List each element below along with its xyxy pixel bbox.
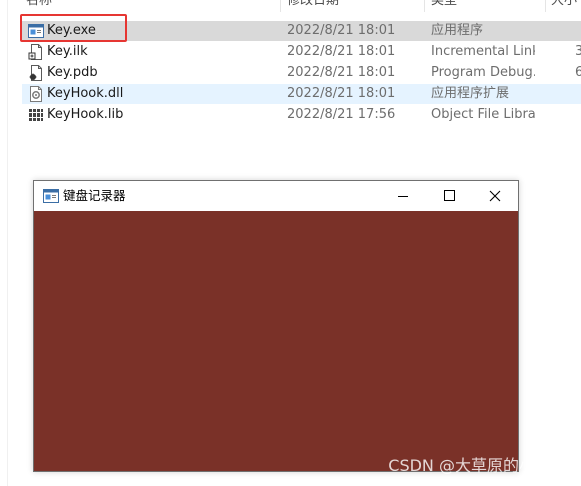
column-header-bar: 名称 修改日期 类型 大小 <box>0 0 581 12</box>
file-date: 2022/8/21 18:01 <box>287 65 396 80</box>
file-date: 2022/8/21 18:01 <box>287 86 396 101</box>
file-size: 6 <box>575 65 581 80</box>
file-name: Key.ilk <box>47 44 88 59</box>
close-icon <box>489 190 501 202</box>
column-header-date[interactable]: 修改日期 <box>287 0 417 11</box>
column-divider[interactable] <box>545 0 546 12</box>
file-date: 2022/8/21 18:01 <box>287 44 396 59</box>
column-header-name[interactable]: 名称 <box>26 0 276 11</box>
nav-pane-divider <box>7 0 8 486</box>
ilk-file-icon <box>28 44 44 60</box>
lib-file-icon <box>28 107 44 123</box>
column-divider[interactable] <box>280 0 281 12</box>
file-row[interactable]: KeyHook.dll 2022/8/21 18:01 应用程序扩展 <box>22 84 581 104</box>
watermark-text: CSDN @大草原的小灰灰 <box>388 456 567 475</box>
file-size: 3 <box>575 44 581 59</box>
file-type: Object File Library <box>431 107 535 122</box>
column-divider[interactable] <box>424 0 425 12</box>
window-title: 键盘记录器 <box>63 188 126 203</box>
close-button[interactable] <box>472 181 518 211</box>
keylogger-window[interactable]: 键盘记录器 <box>33 180 519 472</box>
window-client-area[interactable] <box>34 211 518 471</box>
column-header-size[interactable]: 大小 <box>551 0 581 11</box>
file-row[interactable]: KeyHook.lib 2022/8/21 17:56 Object File … <box>22 105 581 125</box>
file-date: 2022/8/21 17:56 <box>287 107 396 122</box>
app-window-icon <box>43 189 59 203</box>
dll-file-icon <box>28 86 44 102</box>
file-type: Incremental Link... <box>431 44 535 59</box>
window-titlebar[interactable]: 键盘记录器 <box>34 181 518 211</box>
file-type: Program Debug... <box>431 65 535 80</box>
column-header-type[interactable]: 类型 <box>431 0 541 11</box>
maximize-icon <box>444 190 455 201</box>
minimize-button[interactable] <box>380 181 426 211</box>
pdb-file-icon <box>28 65 44 81</box>
minimize-icon <box>398 196 408 197</box>
maximize-button[interactable] <box>426 181 472 211</box>
file-name: KeyHook.dll <box>47 86 124 101</box>
annotation-highlight-box <box>20 14 127 42</box>
file-name: KeyHook.lib <box>47 107 124 122</box>
file-name: Key.pdb <box>47 65 98 80</box>
file-type: 应用程序 <box>431 23 484 38</box>
file-type: 应用程序扩展 <box>431 86 510 101</box>
file-row[interactable]: Key.pdb 2022/8/21 18:01 Program Debug...… <box>22 63 581 83</box>
file-row[interactable]: Key.ilk 2022/8/21 18:01 Incremental Link… <box>22 42 581 62</box>
file-date: 2022/8/21 18:01 <box>287 23 396 38</box>
